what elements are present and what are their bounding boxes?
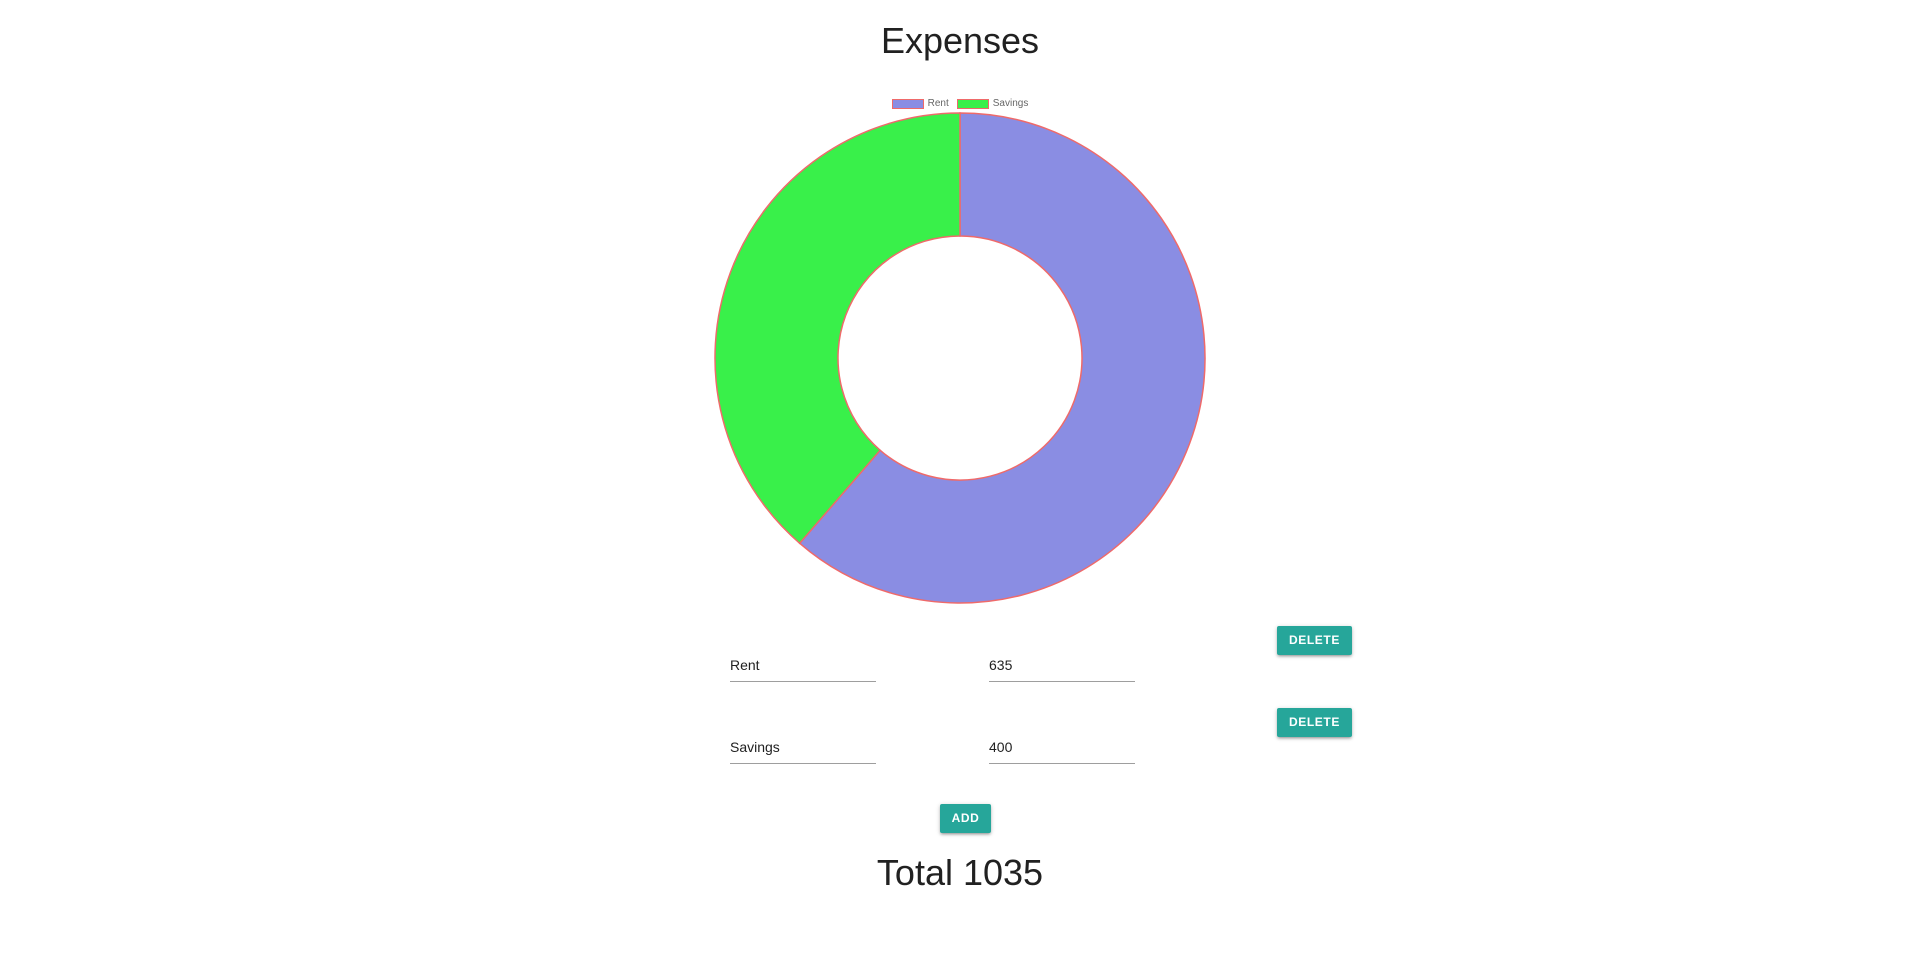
legend-swatch-savings xyxy=(956,98,989,109)
page: Expenses Rent Savings DELETE DELETE ADD … xyxy=(0,0,1920,967)
expense-row-rent: DELETE xyxy=(0,624,1920,684)
page-title: Expenses xyxy=(880,20,1040,61)
delete-button-rent[interactable]: DELETE xyxy=(1277,626,1352,655)
expense-amount-input-rent[interactable] xyxy=(989,648,1135,682)
expenses-doughnut-chart xyxy=(714,112,1206,604)
expense-name-input-rent[interactable] xyxy=(730,648,876,682)
delete-button-savings[interactable]: DELETE xyxy=(1277,708,1352,737)
expense-amount-input-savings[interactable] xyxy=(989,730,1135,764)
expense-name-input-savings[interactable] xyxy=(730,730,876,764)
add-expense-button[interactable]: ADD xyxy=(940,804,991,833)
total-amount: Total 1035 xyxy=(876,852,1044,893)
expense-row-savings: DELETE xyxy=(0,706,1920,766)
legend-swatch-rent xyxy=(891,98,924,109)
